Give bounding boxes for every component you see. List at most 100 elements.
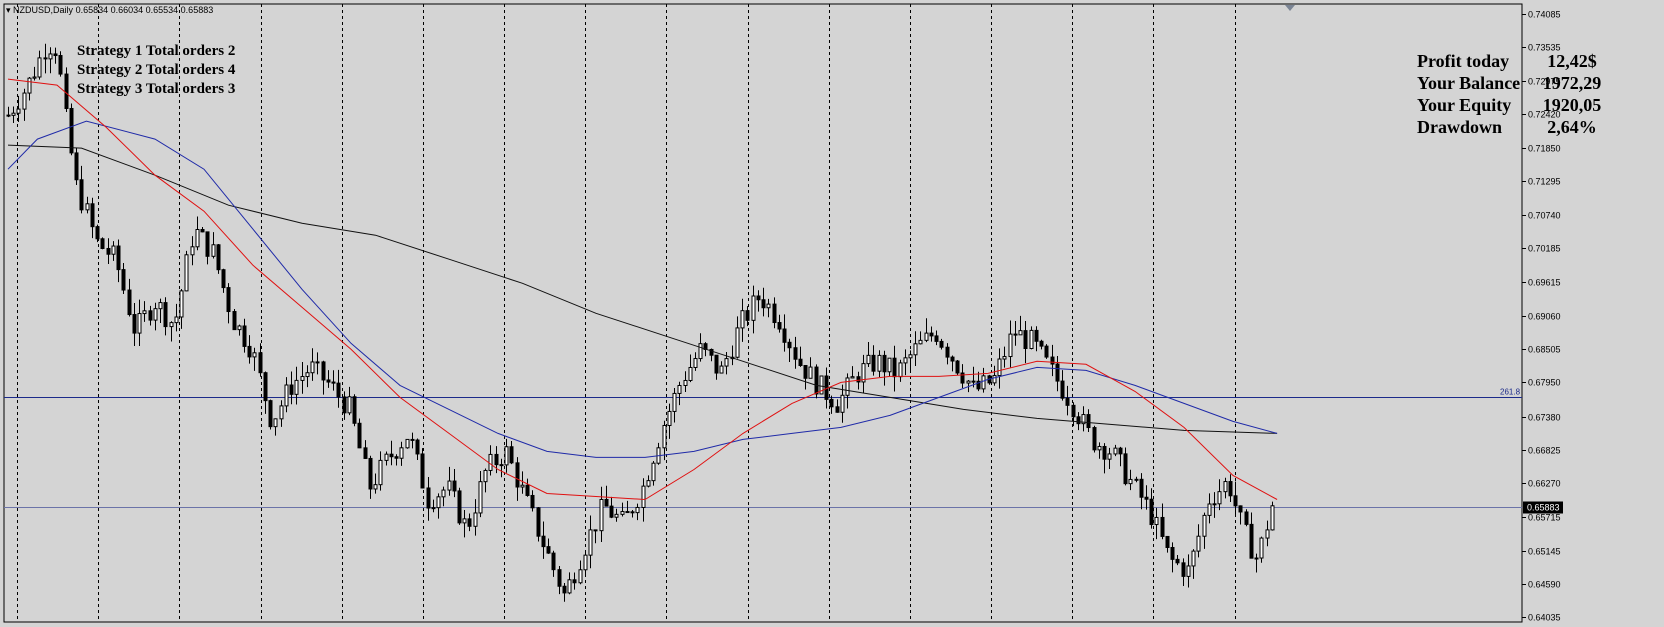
- candle-body: [405, 438, 410, 449]
- candle-body: [772, 303, 777, 324]
- candle-body: [913, 343, 918, 356]
- candle-body: [1029, 329, 1034, 350]
- candle-body: [205, 231, 210, 257]
- candle-body: [1123, 453, 1128, 485]
- candle-body: [79, 179, 84, 211]
- candle-body: [467, 518, 472, 527]
- candle-body: [1107, 453, 1112, 460]
- candle-body: [336, 382, 341, 398]
- candle-body: [363, 447, 368, 459]
- candle-body: [766, 303, 771, 309]
- candle-body: [415, 439, 420, 455]
- candle-body: [1265, 529, 1270, 539]
- candle-body: [1013, 333, 1018, 336]
- candle-body: [924, 332, 929, 341]
- candle-body: [1092, 427, 1097, 451]
- candle-body: [908, 354, 913, 359]
- candle-body: [856, 376, 861, 383]
- candle-body: [509, 446, 514, 464]
- candle-body: [945, 346, 950, 358]
- candle-body: [1102, 445, 1107, 460]
- candle-body: [216, 244, 221, 271]
- candle-body: [683, 379, 688, 386]
- ohlc-values: 0.65834 0.66034 0.65534 0.65883: [75, 5, 214, 15]
- candle-body: [651, 462, 656, 482]
- candle-body: [1034, 329, 1039, 342]
- candle-body: [850, 376, 855, 379]
- profit-today-label: Profit today: [1417, 51, 1510, 71]
- candle-body: [782, 328, 787, 343]
- chart-window[interactable]: 0.74085 0.73535 0.72975 0.72420 0.71850 0.712…: [0, 0, 1664, 627]
- y-tick-label: 0.67950: [1528, 378, 1561, 388]
- candle-body: [289, 384, 294, 395]
- candle-body: [1181, 562, 1186, 577]
- candle-body: [1002, 356, 1007, 360]
- candle-body: [305, 372, 310, 378]
- candle-body: [939, 340, 944, 348]
- candle-body: [321, 361, 326, 381]
- candle-body: [588, 529, 593, 556]
- strategy-panel: Strategy 1 Total orders 2 Strategy 2 Tot…: [77, 42, 235, 99]
- equity-label: Your Equity: [1417, 95, 1512, 115]
- candle-body: [814, 366, 819, 395]
- balance-value: 1972,29: [1542, 73, 1602, 93]
- candle-body: [845, 377, 850, 396]
- candle-body: [1050, 356, 1055, 365]
- candle-body: [1249, 523, 1254, 559]
- drawdown-value: 2,64%: [1547, 117, 1597, 137]
- candle-body: [499, 464, 504, 467]
- candle-body: [646, 480, 651, 487]
- candle-body: [32, 76, 37, 79]
- candle-body: [137, 313, 142, 334]
- candle-body: [195, 229, 200, 248]
- y-tick-label: 0.69615: [1528, 278, 1561, 288]
- candle-body: [1160, 516, 1165, 537]
- candle-body: [918, 339, 923, 345]
- candle-body: [672, 392, 677, 412]
- candle-body: [106, 247, 111, 255]
- candle-body: [1139, 478, 1144, 498]
- candle-body: [735, 327, 740, 358]
- candle-body: [677, 384, 682, 394]
- candle-body: [515, 462, 520, 488]
- price-chart[interactable]: 0.740850.735350.729750.724200.718500.712…: [0, 0, 1664, 627]
- candle-body: [1018, 330, 1023, 336]
- candle-body: [829, 398, 834, 408]
- candle-body: [1118, 447, 1123, 455]
- candle-body: [609, 505, 614, 518]
- candle-body: [536, 507, 541, 537]
- candle-body: [599, 498, 604, 532]
- current-price-label: 0.65883: [1527, 503, 1560, 513]
- candle-body: [37, 57, 42, 78]
- candle-body: [410, 438, 415, 441]
- candle-body: [593, 529, 598, 532]
- candle-body: [724, 358, 729, 367]
- candle-body: [116, 245, 121, 271]
- candle-body: [871, 354, 876, 372]
- candle-body: [1233, 495, 1238, 507]
- candle-body: [761, 299, 766, 309]
- candle-body: [667, 410, 672, 426]
- candle-body: [777, 322, 782, 330]
- candle-body: [835, 406, 840, 413]
- candle-body: [16, 108, 21, 114]
- candle-body: [373, 484, 378, 490]
- candle-body: [635, 506, 640, 514]
- candle-body: [420, 453, 425, 489]
- candle-body: [1144, 496, 1149, 500]
- profit-today-row: Profit today 12,42$: [1417, 50, 1612, 72]
- candle-body: [1175, 558, 1180, 564]
- candle-body: [1076, 416, 1081, 425]
- candle-body: [132, 314, 137, 334]
- candle-body: [1023, 330, 1028, 350]
- balance-row: Your Balance 1972,29: [1417, 72, 1612, 94]
- candle-body: [457, 490, 462, 524]
- candle-body: [436, 496, 441, 509]
- dropdown-triangle-icon[interactable]: ▾: [6, 5, 11, 15]
- y-tick-label: 0.64035: [1528, 613, 1561, 623]
- candle-body: [751, 295, 756, 321]
- candle-body: [1186, 565, 1191, 577]
- candle-body: [384, 453, 389, 461]
- candle-body: [578, 569, 583, 584]
- candle-body: [787, 341, 792, 349]
